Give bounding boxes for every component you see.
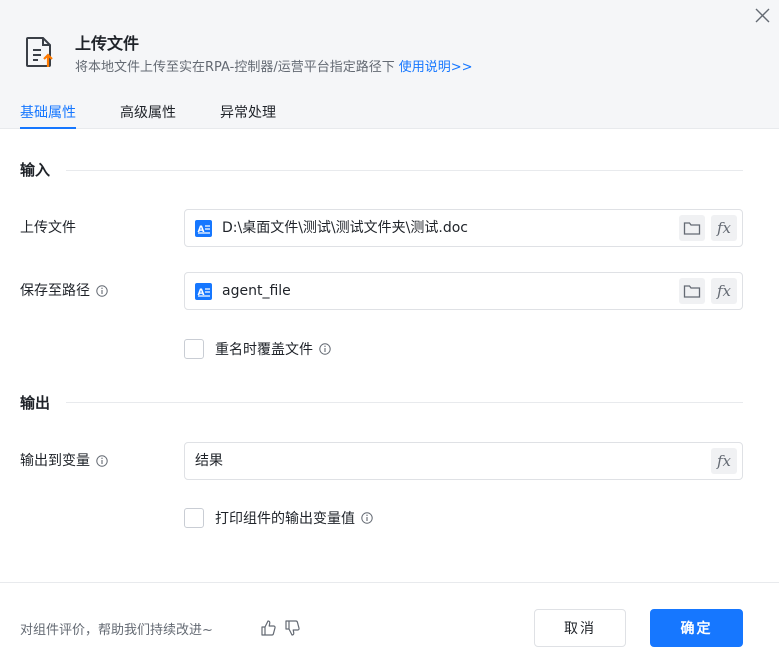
print-output-checkbox-row[interactable]: 打印组件的输出变量值 — [184, 508, 373, 528]
confirm-button[interactable]: 确定 — [650, 609, 743, 647]
browse-folder-button[interactable] — [679, 278, 705, 304]
section-divider — [66, 402, 743, 403]
output-var-value: 结果 — [195, 453, 223, 469]
upload-file-icon — [26, 37, 53, 67]
output-var-label-text: 输出到变量 — [20, 453, 90, 469]
variable-icon: A — [195, 283, 212, 300]
thumbs-up-icon[interactable] — [260, 619, 278, 637]
upload-file-input[interactable]: A D:\桌面文件\测试\测试文件夹\测试.doc fx — [184, 209, 743, 247]
output-var-label: 输出到变量 — [20, 451, 108, 471]
subtitle-text: 将本地文件上传至实在RPA-控制器/运营平台指定路径下 — [75, 60, 395, 75]
folder-icon — [683, 285, 701, 298]
folder-icon — [683, 222, 701, 235]
save-path-input[interactable]: A agent_file fx — [184, 272, 743, 310]
fx-icon: fx — [716, 218, 731, 237]
info-icon[interactable] — [96, 285, 108, 297]
info-icon[interactable] — [319, 343, 331, 355]
section-title-output: 输出 — [20, 394, 51, 412]
formula-button[interactable]: fx — [711, 215, 737, 241]
info-icon[interactable] — [96, 455, 108, 467]
output-var-input[interactable]: 结果 fx — [184, 442, 743, 480]
thumbs-down-icon[interactable] — [284, 619, 302, 637]
section-divider — [66, 170, 743, 171]
save-path-label: 保存至路径 — [20, 281, 108, 301]
print-output-checkbox[interactable] — [184, 508, 204, 528]
formula-button[interactable]: fx — [711, 278, 737, 304]
tab-basic-properties[interactable]: 基础属性 — [20, 104, 76, 129]
cancel-button[interactable]: 取消 — [534, 609, 626, 647]
dialog-footer: 对组件评价，帮助我们持续改进~ 取消 确定 — [0, 582, 779, 654]
close-icon[interactable] — [750, 4, 774, 28]
fx-icon: fx — [716, 281, 731, 300]
dialog-header: 上传文件 将本地文件上传至实在RPA-控制器/运营平台指定路径下 使用说明>> 基… — [0, 0, 779, 129]
upload-file-label-text: 上传文件 — [20, 220, 76, 236]
tab-exception-handling[interactable]: 异常处理 — [220, 104, 276, 129]
dialog-title: 上传文件 — [75, 34, 140, 53]
upload-file-value: D:\桌面文件\测试\测试文件夹\测试.doc — [222, 220, 468, 236]
browse-folder-button[interactable] — [679, 215, 705, 241]
save-path-value: agent_file — [222, 283, 291, 299]
variable-icon: A — [195, 220, 212, 237]
section-title-input: 输入 — [20, 161, 51, 179]
print-output-label: 打印组件的输出变量值 — [215, 511, 355, 527]
save-path-label-text: 保存至路径 — [20, 283, 90, 299]
help-link[interactable]: 使用说明>> — [399, 60, 473, 75]
overwrite-label: 重名时覆盖文件 — [215, 342, 313, 358]
info-icon[interactable] — [361, 512, 373, 524]
overwrite-checkbox-row[interactable]: 重名时覆盖文件 — [184, 339, 331, 359]
formula-button[interactable]: fx — [711, 448, 737, 474]
upload-file-label: 上传文件 — [20, 218, 76, 238]
fx-icon: fx — [716, 451, 731, 470]
dialog-subtitle: 将本地文件上传至实在RPA-控制器/运营平台指定路径下 使用说明>> — [75, 58, 473, 78]
tab-advanced-properties[interactable]: 高级属性 — [120, 104, 176, 129]
feedback-text: 对组件评价，帮助我们持续改进~ — [20, 623, 213, 638]
overwrite-checkbox[interactable] — [184, 339, 204, 359]
